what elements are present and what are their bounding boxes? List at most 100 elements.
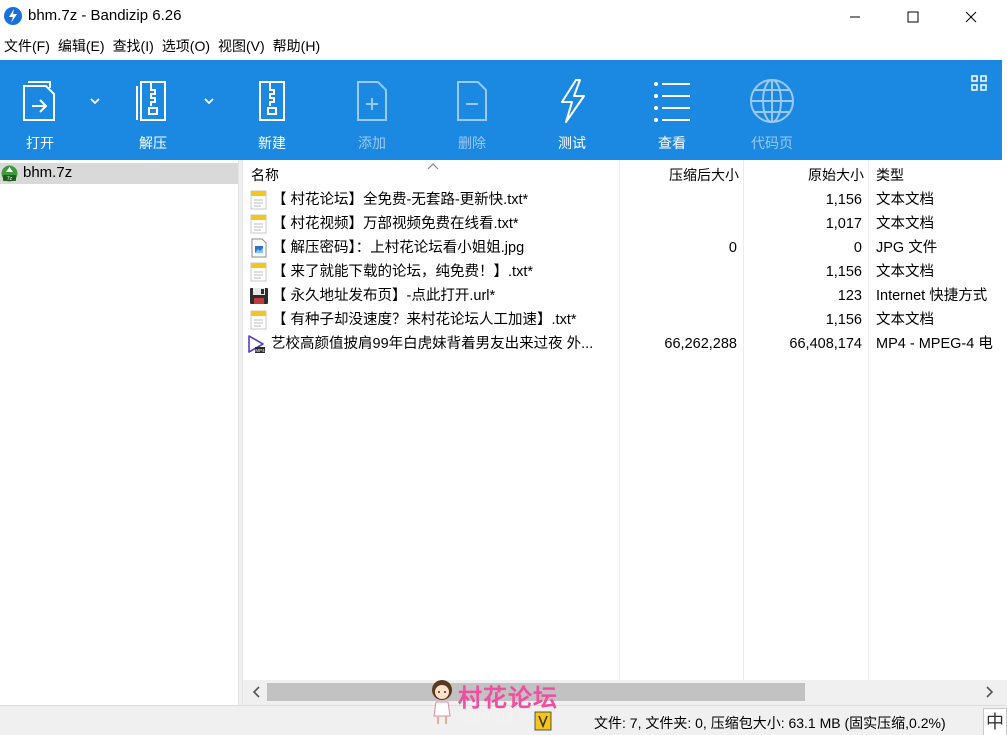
watermark-logo: 村花论坛 cunhua.vin	[426, 676, 596, 735]
open-dropdown-icon[interactable]	[88, 94, 102, 108]
file-original-size: 123	[837, 288, 862, 304]
file-original-size: 1,156	[825, 192, 862, 208]
codepage-button[interactable]: 代码页	[732, 60, 812, 160]
file-type: Internet 快捷方式	[876, 288, 988, 304]
file-type: 文本文档	[876, 192, 934, 208]
file-type: 文本文档	[876, 312, 934, 328]
delete-label: 删除	[458, 135, 486, 151]
watermark-url: cunhua.vin	[460, 709, 543, 726]
view-label: 查看	[658, 135, 686, 151]
extract-label: 解压	[139, 135, 167, 151]
file-row[interactable]: 【 村花视频】万部视频免费在线看.txt* 1,017 文本文档	[243, 212, 1007, 236]
folder-tree-pane: 7z bhm.7z	[0, 160, 238, 705]
codepage-label: 代码页	[751, 135, 793, 151]
tree-root-label: bhm.7z	[23, 164, 73, 181]
view-button[interactable]: 查看	[632, 60, 712, 160]
new-label: 新建	[258, 135, 286, 151]
file-row[interactable]: 【 解压密码】：上村花论坛看小姐姐.jpg 0 0 JPG 文件	[243, 236, 1007, 260]
grid-menu-icon[interactable]	[970, 74, 988, 92]
url-shortcut-icon	[250, 288, 268, 304]
title-bar: bhm.7z - Bandizip 6.26	[0, 0, 1007, 33]
lightning-icon	[561, 79, 585, 123]
delete-button[interactable]: 删除	[432, 60, 512, 160]
extract-zip-icon	[136, 81, 166, 121]
column-header-original[interactable]: 原始大小	[745, 160, 864, 188]
add-button[interactable]: 添加	[332, 60, 412, 160]
bandizip-app-icon	[4, 7, 22, 25]
file-compressed-size	[621, 188, 737, 212]
file-original-size: 1,156	[825, 264, 862, 280]
file-compressed-size: 0	[728, 240, 737, 256]
file-compressed-size	[621, 308, 737, 332]
minimize-button[interactable]	[832, 0, 878, 33]
sort-ascending-icon	[427, 163, 439, 170]
status-text: 文件: 7, 文件夹: 0, 压缩包大小: 63.1 MB (固实压缩,0.2%…	[594, 715, 946, 731]
text-file-icon	[250, 214, 267, 234]
file-type: 文本文档	[876, 264, 934, 280]
menu-options[interactable]: 选项(O)	[160, 33, 212, 60]
menu-help[interactable]: 帮助(H)	[271, 33, 322, 60]
file-original-size: 1,156	[825, 312, 862, 328]
menu-view[interactable]: 视图(V)	[216, 33, 267, 60]
file-original-size: 0	[853, 240, 862, 256]
new-button[interactable]: 新建	[232, 60, 312, 160]
7z-archive-icon: 7z	[1, 165, 18, 182]
column-header-type[interactable]: 类型	[876, 160, 1006, 188]
open-label: 打开	[26, 135, 54, 151]
file-type: 文本文档	[876, 216, 934, 232]
menu-edit[interactable]: 编辑(E)	[56, 33, 107, 60]
menu-find[interactable]: 查找(I)	[111, 33, 156, 60]
file-compressed-size	[621, 260, 737, 284]
extract-button[interactable]: 解压	[113, 60, 193, 160]
new-archive-icon	[259, 81, 285, 121]
file-name: 【 来了就能下载的论坛，纯免费！】.txt*	[272, 264, 534, 280]
test-label: 测试	[558, 135, 586, 151]
menu-bar: 文件(F) 编辑(E) 查找(I) 选项(O) 视图(V) 帮助(H)	[0, 33, 1007, 60]
v-badge-icon	[534, 711, 552, 731]
open-button[interactable]: 打开	[0, 60, 80, 160]
file-type: JPG 文件	[876, 240, 938, 256]
file-name: 【 有种子却没速度？来村花论坛人工加速】.txt*	[272, 312, 577, 328]
close-button[interactable]	[948, 0, 994, 33]
file-original-size: 1,017	[825, 216, 862, 232]
horizontal-scrollbar[interactable]	[243, 680, 1007, 705]
maximize-button[interactable]	[890, 0, 936, 33]
add-file-icon	[357, 81, 387, 121]
file-list: 名称 压缩后大小 原始大小 类型 【 村花论坛】全免费-无套路-更新快.txt*…	[243, 160, 1007, 680]
svg-text:MP4: MP4	[255, 348, 265, 353]
svg-text:7z: 7z	[7, 176, 13, 182]
text-file-icon	[250, 190, 267, 210]
file-name: 艺校高颜值披肩99年白虎妹背着男友出来过夜 外...	[271, 336, 594, 352]
scroll-right-icon[interactable]	[985, 685, 995, 699]
file-original-size: 66,408,174	[789, 336, 862, 352]
delete-file-icon	[457, 81, 487, 121]
tree-item-root[interactable]: 7z bhm.7z	[0, 163, 238, 184]
file-row[interactable]: MP4 艺校高颜值披肩99年白虎妹背着男友出来过夜 外... 66,262,28…	[243, 332, 1007, 356]
ime-indicator[interactable]: 中	[983, 708, 1007, 735]
test-button[interactable]: 测试	[532, 60, 612, 160]
file-name: 【 解压密码】：上村花论坛看小姐姐.jpg	[272, 240, 525, 256]
cartoon-girl-icon	[432, 680, 452, 724]
file-name: 【 村花视频】万部视频免费在线看.txt*	[272, 216, 519, 232]
file-row[interactable]: 【 来了就能下载的论坛，纯免费！】.txt* 1,156 文本文档	[243, 260, 1007, 284]
extract-dropdown-icon[interactable]	[202, 94, 216, 108]
window-title: bhm.7z - Bandizip 6.26	[28, 7, 182, 24]
image-file-icon	[251, 238, 267, 258]
file-compressed-size: 66,262,288	[664, 336, 737, 352]
globe-icon	[750, 79, 794, 123]
open-archive-icon	[23, 81, 55, 121]
watermark-text: 村花论坛	[458, 685, 558, 712]
file-type: MP4 - MPEG-4 电	[876, 336, 993, 352]
text-file-icon	[250, 262, 267, 282]
scroll-left-icon[interactable]	[251, 685, 261, 699]
file-row[interactable]: 【 永久地址发布页】-点此打开.url* 123 Internet 快捷方式	[243, 284, 1007, 308]
file-name: 【 永久地址发布页】-点此打开.url*	[272, 288, 496, 304]
menu-file[interactable]: 文件(F)	[2, 33, 52, 60]
file-row[interactable]: 【 有种子却没速度？来村花论坛人工加速】.txt* 1,156 文本文档	[243, 308, 1007, 332]
video-file-icon: MP4	[248, 335, 265, 353]
column-header-compressed[interactable]: 压缩后大小	[621, 160, 739, 188]
list-view-icon	[654, 82, 690, 122]
file-row[interactable]: 【 村花论坛】全免费-无套路-更新快.txt* 1,156 文本文档	[243, 188, 1007, 212]
file-compressed-size	[621, 284, 737, 308]
toolbar: 打开 解压 新建 添加 删除 测试 查看 代码页	[0, 60, 1002, 160]
